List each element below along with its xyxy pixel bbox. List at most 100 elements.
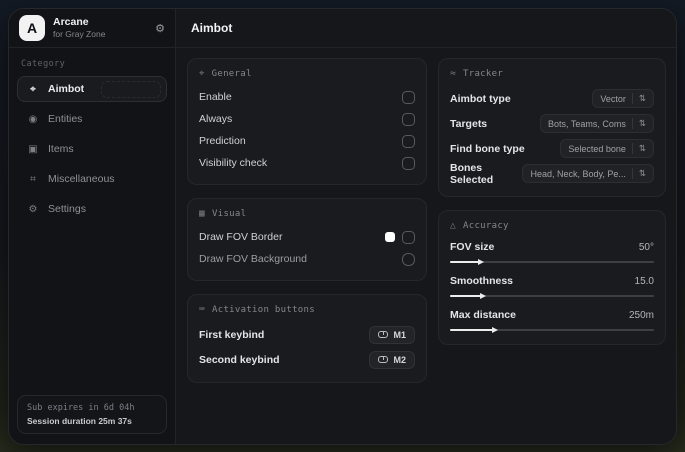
draw-fov-background-row: Draw FOV Background: [199, 248, 415, 270]
entities-icon: ◉: [28, 113, 38, 125]
find-bone-type-row: Find bone type Selected bone ⇅: [450, 136, 654, 161]
sub-expires-text: Sub expires in 6d 04h: [27, 403, 135, 413]
prediction-row: Prediction: [199, 130, 415, 152]
sidebar-item-settings[interactable]: ⚙ Settings: [17, 196, 167, 222]
max-distance-label: Max distance: [450, 309, 516, 321]
visual-header-label: Visual: [212, 208, 247, 219]
crosshair-icon: ⌖: [199, 68, 205, 79]
fov-size-value: 50°: [638, 241, 654, 253]
accuracy-card-header: △ Accuracy: [450, 220, 654, 231]
second-keybind-row: Second keybind M2: [199, 347, 415, 372]
page-title: Aimbot: [191, 21, 233, 35]
find-bone-type-value: Selected bone: [568, 143, 626, 154]
session-duration-text: Session duration 25m 37s: [27, 416, 132, 426]
aimbot-type-row: Aimbot type Vector ⇅: [450, 86, 654, 111]
category-label: Category: [21, 59, 66, 69]
sidebar-item-aimbot[interactable]: ⌖ Aimbot: [17, 76, 167, 102]
prediction-checkbox[interactable]: [402, 134, 415, 148]
brand-text: Arcane for Gray Zone: [53, 16, 105, 40]
gear-icon[interactable]: ⚙: [155, 22, 165, 35]
draw-fov-background-checkbox[interactable]: [402, 252, 415, 266]
main-panel: Aimbot ⌖ General Enable Always Predictio…: [176, 9, 676, 444]
aimbot-type-label: Aimbot type: [450, 92, 511, 105]
fov-size-slider-fill: [450, 259, 484, 264]
tracker-card-header: ≈ Tracker: [450, 68, 654, 79]
targets-row: Targets Bots, Teams, Coms ⇅: [450, 111, 654, 136]
smoothness-slider-row: Smoothness 15.0: [450, 272, 654, 298]
sidebar-header: A Arcane for Gray Zone ⚙: [9, 9, 175, 48]
chevron-updown-icon: ⇅: [631, 168, 646, 179]
bones-selected-row: Bones Selected Head, Neck, Body, Pe... ⇅: [450, 161, 654, 186]
bones-selected-value: Head, Neck, Body, Pe...: [530, 168, 626, 179]
visual-card: ▦ Visual Draw FOV Border Draw FOV Backgr…: [187, 198, 427, 281]
fov-size-slider-row: FOV size 50°: [450, 238, 654, 264]
image-icon: ▦: [199, 208, 206, 219]
smoothness-slider[interactable]: [450, 293, 654, 298]
brand-subtitle: for Gray Zone: [53, 29, 106, 40]
items-icon: ▣: [28, 143, 38, 155]
aimbot-type-value: Vector: [600, 93, 626, 104]
app-window: A Arcane for Gray Zone ⚙ Category ⌖ Aimb…: [8, 8, 677, 445]
first-keybind-row: First keybind M1: [199, 322, 415, 347]
keyboard-icon: ⌨: [199, 304, 206, 315]
enable-checkbox[interactable]: [402, 90, 415, 104]
chevron-updown-icon: ⇅: [631, 93, 646, 104]
draw-fov-border-label: Draw FOV Border: [199, 231, 283, 243]
ghost-watermark: [101, 81, 161, 98]
always-row: Always: [199, 108, 415, 130]
brand-logo: A: [19, 15, 45, 41]
accuracy-card: △ Accuracy FOV size 50° Smoothness 15.0 …: [438, 210, 666, 345]
content: ⌖ General Enable Always Prediction Visib…: [176, 48, 676, 444]
bones-selected-select[interactable]: Head, Neck, Body, Pe... ⇅: [522, 164, 654, 183]
bones-selected-label: Bones Selected: [450, 161, 494, 186]
sidebar-item-label: Items: [48, 143, 74, 155]
settings-gear-icon: ⚙: [28, 203, 38, 215]
sidebar-item-label: Miscellaneous: [48, 173, 115, 185]
draw-fov-border-checkbox[interactable]: [402, 230, 415, 244]
max-distance-slider-row: Max distance 250m: [450, 306, 654, 332]
targets-label: Targets: [450, 117, 488, 130]
sidebar: A Arcane for Gray Zone ⚙ Category ⌖ Aimb…: [9, 9, 176, 444]
max-distance-slider[interactable]: [450, 327, 654, 332]
tracker-header-label: Tracker: [463, 68, 504, 79]
chevron-updown-icon: ⇅: [631, 143, 646, 154]
visibility-check-checkbox[interactable]: [402, 156, 415, 170]
first-keybind-value: M1: [393, 329, 406, 340]
sidebar-item-items[interactable]: ▣ Items: [17, 136, 167, 162]
general-card-header: ⌖ General: [199, 68, 415, 79]
sidebar-item-miscellaneous[interactable]: ⌗ Miscellaneous: [17, 166, 167, 192]
smoothness-value: 15.0: [634, 275, 654, 287]
chevron-updown-icon: ⇅: [631, 118, 646, 129]
targets-value: Bots, Teams, Coms: [548, 118, 626, 129]
fov-size-slider[interactable]: [450, 259, 654, 264]
general-header-label: General: [211, 68, 252, 79]
smoothness-slider-fill: [450, 293, 486, 298]
max-distance-slider-fill: [450, 327, 498, 332]
enable-row: Enable: [199, 86, 415, 108]
activation-card: ⌨ Activation buttons First keybind M1 Se…: [187, 294, 427, 383]
max-distance-value: 250m: [628, 309, 654, 321]
sidebar-item-label: Settings: [48, 203, 86, 215]
misc-icon: ⌗: [30, 173, 36, 185]
first-keybind-button[interactable]: M1: [369, 325, 415, 344]
fov-size-label: FOV size: [450, 241, 495, 253]
second-keybind-label: Second keybind: [199, 353, 280, 366]
sidebar-item-label: Entities: [48, 113, 83, 125]
find-bone-type-select[interactable]: Selected bone ⇅: [560, 139, 654, 158]
triangle-icon: △: [450, 220, 457, 231]
smoothness-label: Smoothness: [450, 275, 514, 287]
sidebar-item-entities[interactable]: ◉ Entities: [17, 106, 167, 132]
mouse-icon: [378, 356, 389, 363]
second-keybind-button[interactable]: M2: [369, 350, 415, 369]
fov-border-color-swatch[interactable]: [385, 232, 395, 242]
enable-label: Enable: [199, 91, 232, 103]
tracker-card: ≈ Tracker Aimbot type Vector ⇅ Targets B…: [438, 58, 666, 197]
mouse-icon: [378, 331, 389, 338]
targets-select[interactable]: Bots, Teams, Coms ⇅: [540, 114, 654, 133]
first-keybind-label: First keybind: [199, 328, 265, 341]
always-checkbox[interactable]: [402, 112, 415, 126]
aimbot-type-select[interactable]: Vector ⇅: [592, 89, 654, 108]
general-card: ⌖ General Enable Always Prediction Visib…: [187, 58, 427, 185]
visibility-check-row: Visibility check: [199, 152, 415, 174]
draw-fov-background-label: Draw FOV Background: [199, 253, 307, 265]
